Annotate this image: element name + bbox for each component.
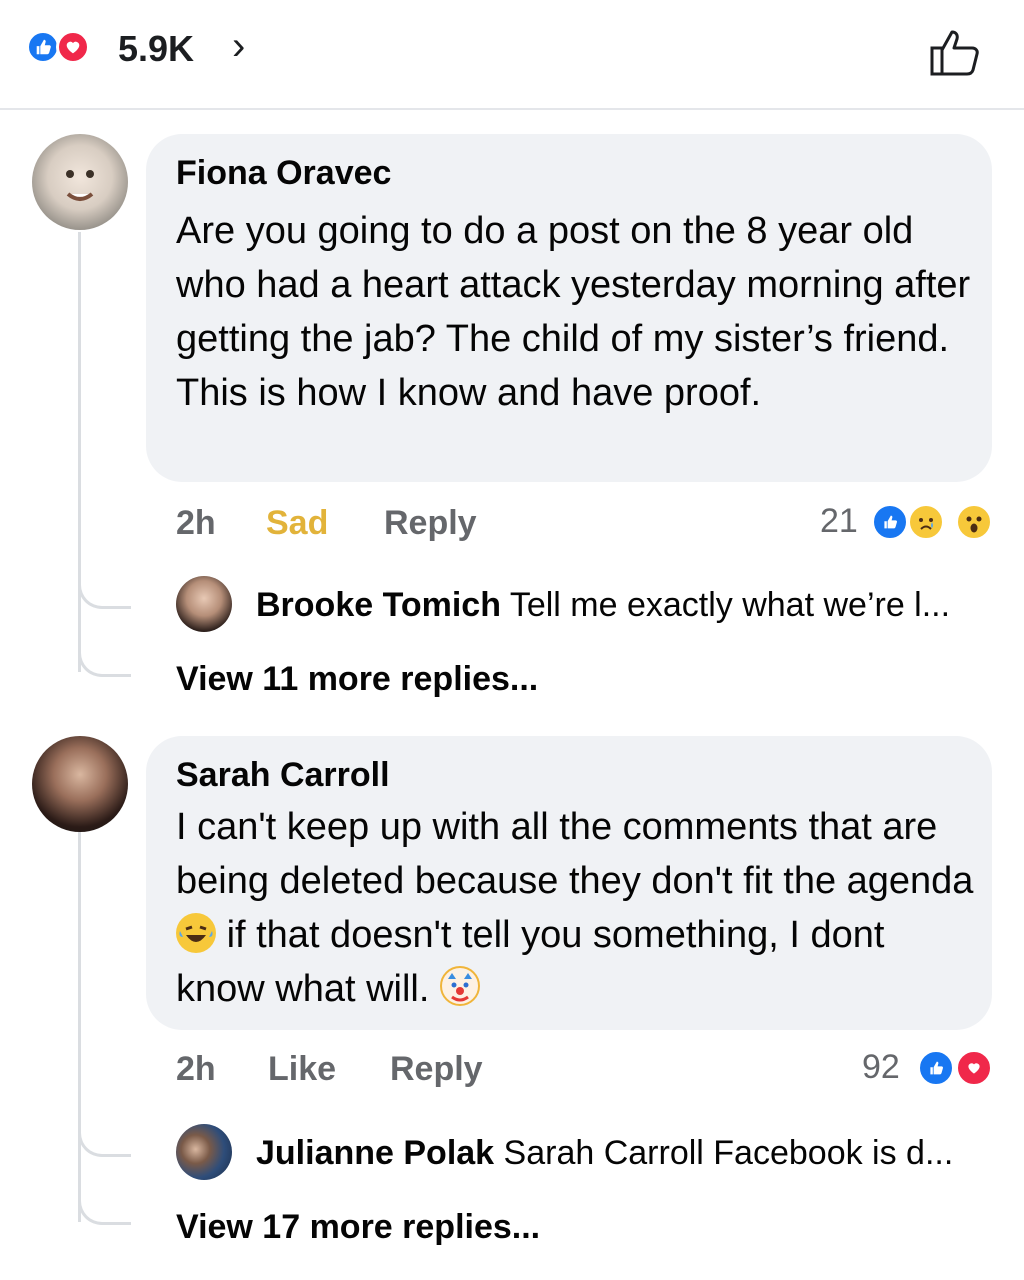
reply-author[interactable]: Brooke Tomich	[256, 586, 501, 624]
reply-preview[interactable]: Julianne Polak Sarah Carroll Facebook is…	[256, 1134, 953, 1173]
comment-bubble: Sarah Carroll I can't keep up with all t…	[146, 736, 992, 1030]
thread-connector	[78, 1108, 131, 1157]
laughing-crying-emoji-icon	[176, 913, 216, 953]
reactions-bar: 5.9K ›	[0, 0, 1024, 110]
reply-button[interactable]: Reply	[390, 1050, 483, 1089]
love-icon	[956, 1050, 992, 1086]
comment-time[interactable]: 2h	[176, 504, 216, 543]
thread-connector	[78, 1188, 131, 1225]
thread-line	[78, 232, 81, 672]
reply-text: Sarah Carroll Facebook is d...	[503, 1134, 954, 1172]
sad-icon	[908, 504, 944, 540]
sad-reaction-button[interactable]: Sad	[266, 504, 328, 543]
avatar[interactable]	[176, 1124, 232, 1180]
reply-text: Tell me exactly what we’re l...	[509, 586, 951, 624]
reply-author[interactable]: Julianne Polak	[256, 1134, 494, 1172]
like-icon	[872, 504, 908, 540]
comment-text: I can't keep up with all the comments th…	[176, 800, 976, 1016]
comment-text-part: I can't keep up with all the comments th…	[176, 806, 974, 902]
reply-preview[interactable]: Brooke Tomich Tell me exactly what we’re…	[256, 586, 950, 625]
love-icon	[56, 30, 90, 64]
comment-text: Are you going to do a post on the 8 year…	[176, 210, 971, 414]
avatar[interactable]	[32, 736, 128, 832]
comment-reaction-count[interactable]: 21	[820, 502, 858, 541]
comment-bubble: Fiona Oravec Are you going to do a post …	[146, 134, 992, 482]
thread-connector	[78, 640, 131, 677]
chevron-right-icon[interactable]: ›	[232, 24, 245, 69]
thread-line	[78, 832, 81, 1222]
comment-time[interactable]: 2h	[176, 1050, 216, 1089]
avatar[interactable]	[32, 134, 128, 230]
view-more-replies-link[interactable]: View 17 more replies...	[176, 1208, 540, 1247]
comment-reaction-count[interactable]: 92	[862, 1048, 900, 1087]
comment-author[interactable]: Fiona Oravec	[176, 154, 391, 193]
comment-author[interactable]: Sarah Carroll	[176, 756, 390, 795]
like-icon	[918, 1050, 954, 1086]
like-button[interactable]: Like	[268, 1050, 336, 1089]
avatar[interactable]	[176, 576, 232, 632]
wow-icon	[956, 504, 992, 540]
clown-face-emoji-icon	[439, 966, 480, 1006]
thumbs-up-outline-icon[interactable]	[928, 26, 984, 83]
thread-connector	[78, 560, 131, 609]
comment-text-part: if that doesn't tell you something, I do…	[176, 914, 885, 1010]
like-icon	[26, 30, 60, 64]
view-more-replies-link[interactable]: View 11 more replies...	[176, 660, 538, 699]
reply-button[interactable]: Reply	[384, 504, 477, 543]
reaction-count[interactable]: 5.9K	[118, 28, 194, 70]
